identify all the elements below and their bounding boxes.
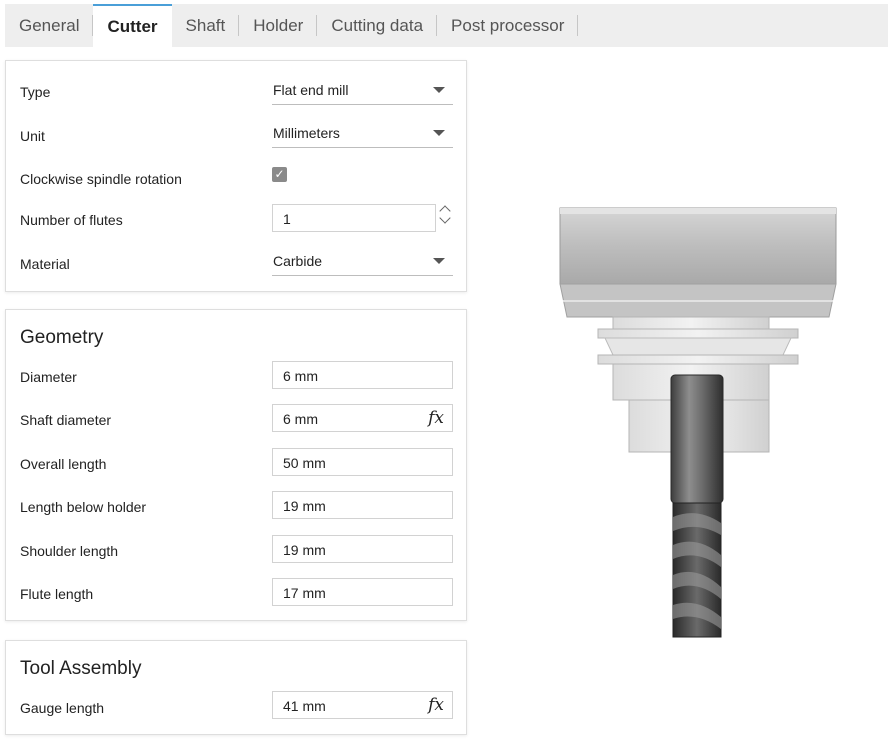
tab-cutter[interactable]: Cutter [93, 4, 172, 47]
tool-assembly-card: Tool Assembly Gauge length 41 mm fx [5, 640, 467, 735]
material-dropdown[interactable]: Carbide [272, 246, 453, 276]
formula-icon[interactable]: fx [428, 695, 444, 715]
shoulder-length-value: 19 mm [283, 542, 326, 558]
length-below-holder-value: 19 mm [283, 498, 326, 514]
chevron-down-icon [433, 258, 445, 264]
material-value: Carbide [273, 253, 323, 269]
type-label: Type [20, 84, 51, 100]
type-value: Flat end mill [273, 82, 349, 98]
tab-holder[interactable]: Holder [239, 4, 318, 47]
shoulder-length-field[interactable]: 19 mm [272, 535, 453, 563]
gauge-length-field[interactable]: 41 mm fx [272, 691, 453, 719]
unit-value: Millimeters [273, 125, 340, 141]
material-label: Material [20, 256, 70, 272]
gauge-length-value: 41 mm [283, 698, 326, 714]
shaft-diameter-field[interactable]: 6 mm fx [272, 404, 453, 432]
overall-length-field[interactable]: 50 mm [272, 448, 453, 476]
overall-length-value: 50 mm [283, 455, 326, 471]
chevron-down-icon [433, 130, 445, 136]
geometry-card: Geometry Diameter 6 mm Shaft diameter 6 … [5, 309, 467, 621]
tab-cutting-data[interactable]: Cutting data [317, 4, 437, 47]
tool-assembly-title: Tool Assembly [20, 658, 142, 679]
tab-bar: General Cutter Shaft Holder Cutting data… [5, 4, 888, 47]
unit-label: Unit [20, 128, 45, 144]
diameter-field[interactable]: 6 mm [272, 361, 453, 389]
gauge-length-label: Gauge length [20, 700, 105, 716]
diameter-label: Diameter [20, 369, 77, 385]
clockwise-checkbox[interactable]: ✓ [272, 167, 287, 182]
flutes-label: Number of flutes [20, 212, 123, 228]
shoulder-length-label: Shoulder length [20, 543, 119, 559]
chevron-down-icon [433, 87, 445, 93]
checkmark-icon: ✓ [274, 167, 285, 181]
flutes-input[interactable]: 1 [272, 204, 436, 232]
shaft-diameter-value: 6 mm [283, 411, 318, 427]
length-below-holder-field[interactable]: 19 mm [272, 491, 453, 519]
geometry-title: Geometry [20, 327, 104, 348]
tab-shaft[interactable]: Shaft [172, 4, 240, 47]
shaft-diameter-label: Shaft diameter [20, 412, 112, 428]
chevron-down-icon[interactable] [439, 212, 451, 224]
flute-length-label: Flute length [20, 586, 94, 602]
tab-post-processor[interactable]: Post processor [437, 4, 579, 47]
tab-general[interactable]: General [5, 4, 94, 47]
flute-length-field[interactable]: 17 mm [272, 578, 453, 606]
length-below-holder-label: Length below holder [20, 499, 147, 515]
type-dropdown[interactable]: Flat end mill [272, 75, 453, 105]
formula-icon[interactable]: fx [428, 408, 444, 428]
unit-dropdown[interactable]: Millimeters [272, 118, 453, 148]
overall-length-label: Overall length [20, 456, 107, 472]
cutter-settings-card: Type Flat end mill Unit Millimeters Cloc… [5, 60, 467, 292]
diameter-value: 6 mm [283, 368, 318, 384]
flute-length-value: 17 mm [283, 585, 326, 601]
clockwise-label: Clockwise spindle rotation [20, 171, 182, 187]
flutes-stepper[interactable] [439, 202, 453, 230]
flutes-value: 1 [283, 211, 291, 227]
tool-preview-image [559, 207, 837, 638]
